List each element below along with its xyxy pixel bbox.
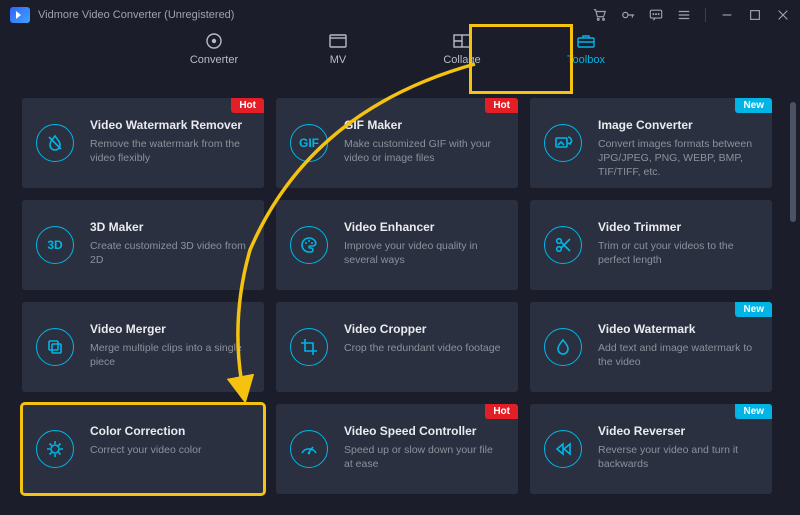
tool-card-video-watermark[interactable]: Video Watermark Add text and image waterm… [530,302,772,392]
tool-description: Improve your video quality in several wa… [344,239,504,267]
tool-description: Trim or cut your videos to the perfect l… [598,239,758,267]
key-icon[interactable] [621,8,635,22]
scissors-icon [544,226,582,264]
layers-icon [36,328,74,366]
tool-card-color-correction[interactable]: Color Correction Correct your video color [22,404,264,494]
tool-card-image-converter[interactable]: Image Converter Convert images formats be… [530,98,772,188]
rewind-icon [544,430,582,468]
tool-description: Add text and image watermark to the vide… [598,341,758,369]
tool-description: Crop the redundant video footage [344,341,504,355]
hot-badge: Hot [485,98,518,113]
tab-mv[interactable]: MV [308,32,368,66]
tool-card-video-merger[interactable]: Video Merger Merge multiple clips into a … [22,302,264,392]
tool-card-gif-maker[interactable]: GIF GIF Maker Make customized GIF with you… [276,98,518,188]
tab-converter[interactable]: Converter [184,32,244,66]
cart-icon[interactable] [593,8,607,22]
toolbox-content: Video Watermark Remover Remove the waterm… [0,92,800,515]
tab-mv-label: MV [330,54,347,66]
hot-badge: Hot [485,404,518,419]
speedometer-icon [290,430,328,468]
hot-badge: Hot [231,98,264,113]
droplet-slash-icon [36,124,74,162]
tool-description: Correct your video color [90,443,250,457]
mv-icon [327,32,349,50]
tab-converter-label: Converter [190,54,238,66]
window-close-icon[interactable] [776,8,790,22]
tool-grid: Video Watermark Remover Remove the waterm… [22,98,788,494]
crop-icon [290,328,328,366]
tool-card-video-speed-controller[interactable]: Video Speed Controller Speed up or slow d… [276,404,518,494]
annotation-tab-highlight [469,24,573,94]
window-minimize-icon[interactable] [720,8,734,22]
tool-card-video-trimmer[interactable]: Video Trimmer Trim or cut your videos to … [530,200,772,290]
droplet-icon [544,328,582,366]
3d-text-icon: 3D [36,226,74,264]
main-tabs: Converter MV Collage Toolbox [0,30,800,92]
app-logo-icon [10,7,30,23]
tool-title: Video Trimmer [598,220,758,234]
converter-icon [203,32,225,50]
titlebar-separator [705,8,706,22]
tool-description: Speed up or slow down your file at ease [344,443,504,471]
tool-description: Make customized GIF with your video or i… [344,137,504,165]
tool-description: Merge multiple clips into a single piece [90,341,250,369]
tool-title: Image Converter [598,118,758,132]
tool-card-video-watermark-remover[interactable]: Video Watermark Remover Remove the waterm… [22,98,264,188]
tool-card-video-reverser[interactable]: Video Reverser Reverse your video and tur… [530,404,772,494]
tool-title: Video Speed Controller [344,424,504,438]
titlebar: Vidmore Video Converter (Unregistered) [0,0,800,30]
tool-description: Create customized 3D video from 2D [90,239,250,267]
tool-description: Remove the watermark from the video flex… [90,137,250,165]
new-badge: New [735,302,772,317]
tool-title: Video Cropper [344,322,504,336]
tool-title: Video Watermark Remover [90,118,250,132]
titlebar-right [593,8,790,22]
tool-title: Video Enhancer [344,220,504,234]
color-wheel-icon [36,430,74,468]
app-title: Vidmore Video Converter (Unregistered) [38,9,234,21]
new-badge: New [735,98,772,113]
tool-card-video-enhancer[interactable]: Video Enhancer Improve your video quality… [276,200,518,290]
image-convert-icon [544,124,582,162]
tool-title: Video Merger [90,322,250,336]
toolbox-icon [575,32,597,50]
scrollbar-thumb[interactable] [790,102,796,222]
palette-icon [290,226,328,264]
tool-title: Video Watermark [598,322,758,336]
tool-title: Video Reverser [598,424,758,438]
menu-icon[interactable] [677,8,691,22]
tool-description: Convert images formats between JPG/JPEG,… [598,137,758,180]
gif-text-icon: GIF [290,124,328,162]
tool-card-video-cropper[interactable]: Video Cropper Crop the redundant video fo… [276,302,518,392]
tool-title: 3D Maker [90,220,250,234]
feedback-icon[interactable] [649,8,663,22]
new-badge: New [735,404,772,419]
tool-description: Reverse your video and turn it backwards [598,443,758,471]
titlebar-left: Vidmore Video Converter (Unregistered) [10,7,234,23]
window-maximize-icon[interactable] [748,8,762,22]
tool-card-3d-maker[interactable]: 3D 3D Maker Create customized 3D video fro… [22,200,264,290]
tool-title: Color Correction [90,424,250,438]
tool-title: GIF Maker [344,118,504,132]
